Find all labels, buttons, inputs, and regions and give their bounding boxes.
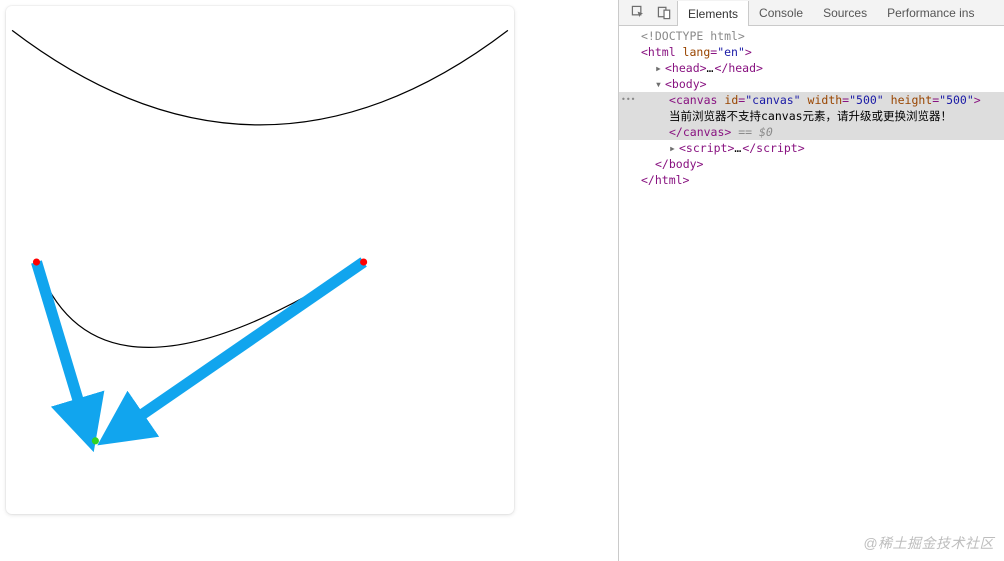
canvas-svg	[6, 6, 514, 514]
tab-elements[interactable]: Elements	[677, 1, 749, 27]
end-point-2	[360, 258, 367, 265]
dom-html-close[interactable]: </html>	[641, 173, 689, 187]
dom-canvas-text[interactable]: 当前浏览器不支持canvas元素，请升级或更换浏览器！	[619, 108, 1004, 124]
devtools-panel: Elements Console Sources Performance ins…	[618, 0, 1004, 561]
inspect-icon[interactable]	[625, 0, 651, 25]
control-point	[92, 437, 99, 444]
devtools-tabbar: Elements Console Sources Performance ins	[619, 0, 1004, 26]
collapse-icon[interactable]: ▾	[655, 76, 665, 92]
canvas-card	[6, 6, 514, 514]
dom-body-open[interactable]: <body>	[665, 77, 707, 91]
arrow-1	[36, 262, 87, 431]
tab-sources[interactable]: Sources	[813, 0, 877, 25]
top-curve	[12, 30, 508, 124]
mid-curve	[36, 262, 363, 347]
dom-head[interactable]: <head>	[665, 61, 707, 75]
tab-performance[interactable]: Performance ins	[877, 0, 984, 25]
dom-canvas-close[interactable]: </canvas> == $0	[619, 124, 1004, 140]
end-point-1	[33, 258, 40, 265]
dom-html-open[interactable]: <html lang="en">	[641, 45, 752, 59]
dom-tree[interactable]: <!DOCTYPE html> <html lang="en"> <html l…	[619, 26, 1004, 561]
tab-console[interactable]: Console	[749, 0, 813, 25]
dom-script[interactable]: <script>	[679, 141, 734, 155]
dom-canvas-row[interactable]: ••• <canvas id="canvas" width="500" heig…	[619, 92, 1004, 108]
expand-icon[interactable]: ▸	[669, 140, 679, 156]
expand-icon[interactable]: ▸	[655, 60, 665, 76]
selected-indicator-icon: •••	[619, 92, 635, 108]
device-icon[interactable]	[651, 0, 677, 25]
dom-doctype: <!DOCTYPE html>	[641, 29, 745, 43]
dom-body-close[interactable]: </body>	[655, 157, 703, 171]
preview-pane	[0, 0, 618, 561]
watermark: @稀土掘金技术社区	[863, 533, 994, 553]
